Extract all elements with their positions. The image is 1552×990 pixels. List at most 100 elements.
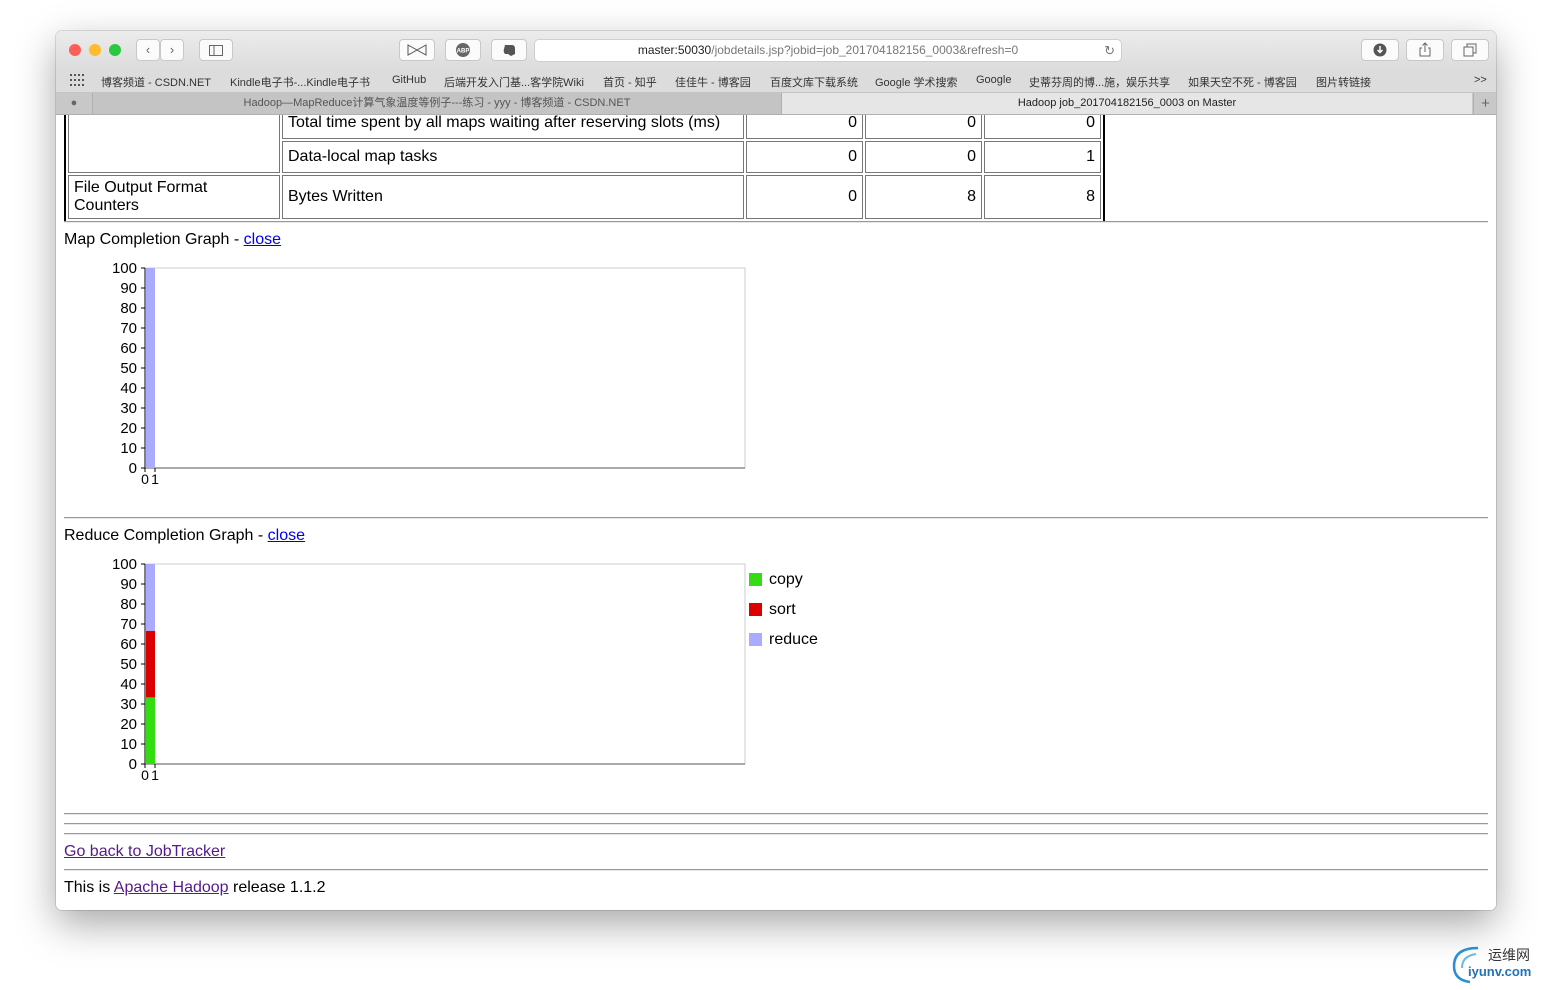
jobtracker-link[interactable]: Go back to JobTracker xyxy=(64,843,225,860)
chevron-right-icon: › xyxy=(169,42,175,57)
y-tick-label: 40 xyxy=(120,380,137,397)
bookmark-item[interactable]: 图片转链接 xyxy=(1316,74,1371,90)
reduce-graph-close-link[interactable]: close xyxy=(268,527,305,544)
divider xyxy=(64,823,1488,825)
tab-hadoop-job[interactable]: Hadoop job_201704182156_0003 on Master xyxy=(782,93,1472,114)
bookmark-item[interactable]: Google 学术搜索 xyxy=(875,74,958,90)
adblock-icon: ABP xyxy=(456,43,470,57)
counter-reduce-cell: 0 xyxy=(865,141,982,173)
map-graph-heading: Map Completion Graph - close xyxy=(64,231,281,249)
reload-icon[interactable]: ↻ xyxy=(1104,40,1115,61)
bookmark-item[interactable]: Kindle电子书-...Kindle电子书 xyxy=(230,74,370,90)
forward-button[interactable]: › xyxy=(160,39,184,61)
bow-icon xyxy=(407,44,427,56)
back-link-line: Go back to JobTracker xyxy=(64,843,225,861)
map-completion-chart: 01020304050607080901000 1 xyxy=(112,260,746,487)
table-row: Total time spent by all maps waiting aft… xyxy=(68,115,1101,173)
counter-map-cell: 0 xyxy=(746,175,863,219)
y-tick-label: 100 xyxy=(112,260,137,277)
reduce-graph-title: Reduce Completion Graph - xyxy=(64,527,268,544)
more-bookmarks-button[interactable]: >> xyxy=(1474,74,1487,86)
counter-group-cell xyxy=(68,115,280,173)
y-tick-label: 50 xyxy=(120,360,137,377)
sidebar-icon xyxy=(209,45,223,56)
extension-button[interactable] xyxy=(399,39,435,61)
tab-csdn[interactable]: Hadoop—MapReduce计算气象温度等例子---练习 - yyy - 博… xyxy=(93,93,782,114)
divider xyxy=(64,813,1488,815)
map-graph-title: Map Completion Graph - xyxy=(64,231,244,248)
counter-reduce-cell: 0 xyxy=(865,115,982,139)
zoom-window-button[interactable] xyxy=(109,44,121,56)
bookmark-item[interactable]: 如果天空不死 - 博客园 xyxy=(1188,74,1297,90)
x-tick-label: 0 xyxy=(141,767,149,783)
counter-name-cell: Total time spent by all maps waiting aft… xyxy=(282,115,744,139)
divider xyxy=(64,833,1488,835)
counter-map-cell: 0 xyxy=(746,115,863,139)
close-window-button[interactable] xyxy=(69,44,81,56)
x-tick-label: 1 xyxy=(151,471,159,487)
elephant-icon xyxy=(503,45,515,56)
y-tick-label: 70 xyxy=(120,320,137,337)
legend-label-copy: copy xyxy=(769,571,803,588)
bar-segment-copy xyxy=(146,697,155,764)
bookmark-item[interactable]: 后端开发入门基...客学院Wiki xyxy=(444,74,584,90)
x-tick-label: 0 xyxy=(141,471,149,487)
url-host: master:50030 xyxy=(637,43,712,57)
bookmark-item[interactable]: 佳佳牛 - 博客园 xyxy=(675,74,751,90)
downloads-button[interactable] xyxy=(1361,39,1399,61)
watermark-en-text: iyunv.com xyxy=(1468,964,1532,979)
bookmark-item[interactable]: Google xyxy=(976,74,1011,86)
reduce-graph-heading: Reduce Completion Graph - close xyxy=(64,527,305,545)
table-row: File Output Format Counters Bytes Writte… xyxy=(68,175,1101,219)
x-tick-label: 1 xyxy=(151,767,159,783)
pinned-tab[interactable]: ● xyxy=(56,93,93,114)
page-content: Total time spent by all maps waiting aft… xyxy=(56,115,1496,910)
plot-area xyxy=(144,267,746,469)
bookmark-item[interactable]: GitHub xyxy=(392,74,426,86)
divider xyxy=(64,869,1488,871)
evernote-button[interactable] xyxy=(491,39,527,61)
release-prefix: This is xyxy=(64,879,114,896)
share-button[interactable] xyxy=(1406,39,1444,61)
bookmark-item[interactable]: 博客频道 - CSDN.NET xyxy=(101,74,211,90)
back-button[interactable]: ‹ xyxy=(136,39,160,61)
reduce-completion-chart: 01020304050607080901000 1copysortreduce xyxy=(112,556,818,783)
adblock-button[interactable]: ABP xyxy=(445,39,481,61)
divider xyxy=(64,221,1488,223)
bookmark-item[interactable]: 首页 - 知乎 xyxy=(603,74,657,90)
legend-label-reduce: reduce xyxy=(769,631,818,648)
y-tick-label: 80 xyxy=(120,596,137,613)
y-tick-label: 60 xyxy=(120,636,137,653)
new-tab-button[interactable]: + xyxy=(1473,93,1496,114)
counter-total-cell: 8 xyxy=(984,175,1101,219)
counter-group-cell: File Output Format Counters xyxy=(68,175,280,219)
bar-segment-sort xyxy=(146,630,155,698)
y-tick-label: 40 xyxy=(120,676,137,693)
plot-area xyxy=(144,563,746,765)
minimize-window-button[interactable] xyxy=(89,44,101,56)
address-bar[interactable]: master:50030/jobdetails.jsp?jobid=job_20… xyxy=(534,39,1122,62)
tabs-overview-button[interactable] xyxy=(1451,39,1489,61)
y-tick-label: 30 xyxy=(120,400,137,417)
release-line: This is Apache Hadoop release 1.1.2 xyxy=(64,879,326,897)
counter-total-cell: 0 xyxy=(984,115,1101,139)
map-graph-close-link[interactable]: close xyxy=(244,231,281,248)
legend-swatch-copy xyxy=(749,573,762,586)
y-tick-label: 100 xyxy=(112,556,137,573)
counter-total-cell: 1 xyxy=(984,141,1101,173)
share-icon xyxy=(1419,42,1431,57)
bookmark-item[interactable]: 史蒂芬周的博...施，娱乐共享 xyxy=(1029,74,1170,90)
y-tick-label: 70 xyxy=(120,616,137,633)
apps-grid-icon[interactable] xyxy=(70,74,86,89)
chevron-left-icon: ‹ xyxy=(145,42,151,57)
counter-name-cell: Bytes Written xyxy=(282,175,744,219)
release-suffix: release 1.1.2 xyxy=(228,879,326,896)
legend-label-sort: sort xyxy=(769,601,796,618)
counter-reduce-cell: 8 xyxy=(865,175,982,219)
counters-table: Total time spent by all maps waiting aft… xyxy=(64,115,1105,223)
bookmark-item[interactable]: 百度文库下载系统 xyxy=(770,74,858,90)
y-tick-label: 60 xyxy=(120,340,137,357)
apache-hadoop-link[interactable]: Apache Hadoop xyxy=(114,879,229,896)
sidebar-button[interactable] xyxy=(199,39,233,61)
url-path: /jobdetails.jsp?jobid=job_201704182156_0… xyxy=(711,43,1019,57)
